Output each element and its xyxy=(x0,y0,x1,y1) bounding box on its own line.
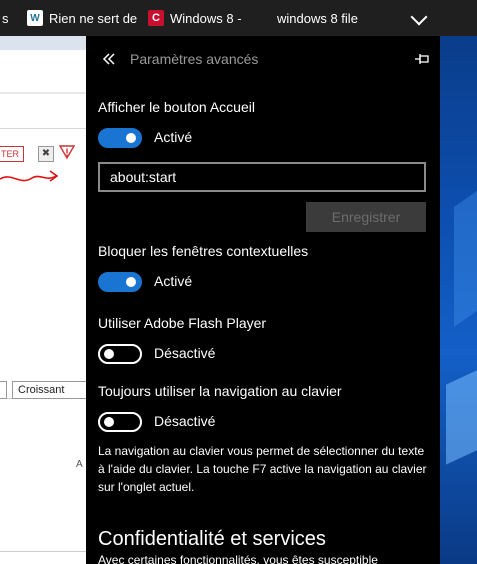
wallpaper-light xyxy=(446,347,477,465)
wallpaper-light xyxy=(454,164,477,328)
toggle-knob xyxy=(104,349,114,359)
flash-player-toggle[interactable] xyxy=(98,344,142,364)
save-button[interactable]: Enregistrer xyxy=(306,202,426,232)
close-icon[interactable]: ✖ xyxy=(38,146,54,162)
back-chevrons-icon[interactable] xyxy=(100,50,118,68)
divider xyxy=(0,92,86,94)
block-popups-toggle[interactable] xyxy=(98,272,142,292)
page-header-strip xyxy=(0,36,86,50)
toggle-knob xyxy=(126,133,136,143)
panel-title: Paramètres avancés xyxy=(130,51,259,67)
toggle-knob xyxy=(126,277,136,287)
keyboard-nav-description: La navigation au clavier vous permet de … xyxy=(98,444,427,494)
tab-rien-ne-sert[interactable]: W Rien ne sert de xyxy=(27,0,137,36)
divider xyxy=(0,551,86,552)
block-popups-label: Bloquer les fenêtres contextuelles xyxy=(98,243,309,259)
flash-player-label: Utiliser Adobe Flash Player xyxy=(98,315,267,331)
croissant-select[interactable]: Croissant xyxy=(12,381,86,399)
red-arrow-annotation xyxy=(0,170,59,182)
tab-label: Windows 8 - xyxy=(170,10,242,26)
tab-windows-8[interactable]: C Windows 8 - xyxy=(148,0,242,36)
warning-icon[interactable] xyxy=(59,144,75,160)
tab-label: Rien ne sert de xyxy=(49,10,138,26)
keyboard-nav-state: Désactivé xyxy=(154,413,216,429)
tab-windows-8-file[interactable]: windows 8 file xyxy=(255,0,358,36)
favorites-bar: s W Rien ne sert de C Windows 8 - window… xyxy=(0,0,477,36)
microsoft-logo-icon xyxy=(255,10,271,26)
page-text-fragment: A xyxy=(76,459,83,470)
tab-label: s xyxy=(2,10,9,26)
background-webpage: TER ✖ Croissant A xyxy=(0,36,86,564)
c-logo-icon: C xyxy=(148,10,164,26)
keyboard-nav-toggle[interactable] xyxy=(98,412,142,432)
tab-label: windows 8 file xyxy=(277,10,358,26)
block-popups-state: Activé xyxy=(154,273,193,289)
advanced-settings-panel: Paramètres avancés Afficher le bouton Ac… xyxy=(86,36,440,564)
home-button-setting-label: Afficher le bouton Accueil xyxy=(98,99,255,115)
toggle-knob xyxy=(104,417,114,427)
ter-button[interactable]: TER xyxy=(0,146,24,162)
tab-item[interactable]: s xyxy=(2,0,9,36)
divider xyxy=(0,128,86,129)
flash-player-state: Désactivé xyxy=(154,345,216,361)
select-box-fragment[interactable] xyxy=(0,381,7,399)
chevron-down-icon[interactable] xyxy=(410,8,428,26)
privacy-section-description: Avec certaines fonctionnalités, vous ête… xyxy=(98,553,378,564)
desktop-wallpaper xyxy=(440,36,477,564)
home-button-toggle[interactable] xyxy=(98,128,142,148)
home-button-state: Activé xyxy=(154,129,193,145)
pin-icon[interactable] xyxy=(413,50,431,68)
privacy-section-title: Confidentialité et services xyxy=(98,528,326,550)
home-url-input[interactable] xyxy=(98,162,426,192)
keyboard-nav-label: Toujours utiliser la navigation au clavi… xyxy=(98,383,342,399)
wordpress-icon: W xyxy=(27,10,43,26)
